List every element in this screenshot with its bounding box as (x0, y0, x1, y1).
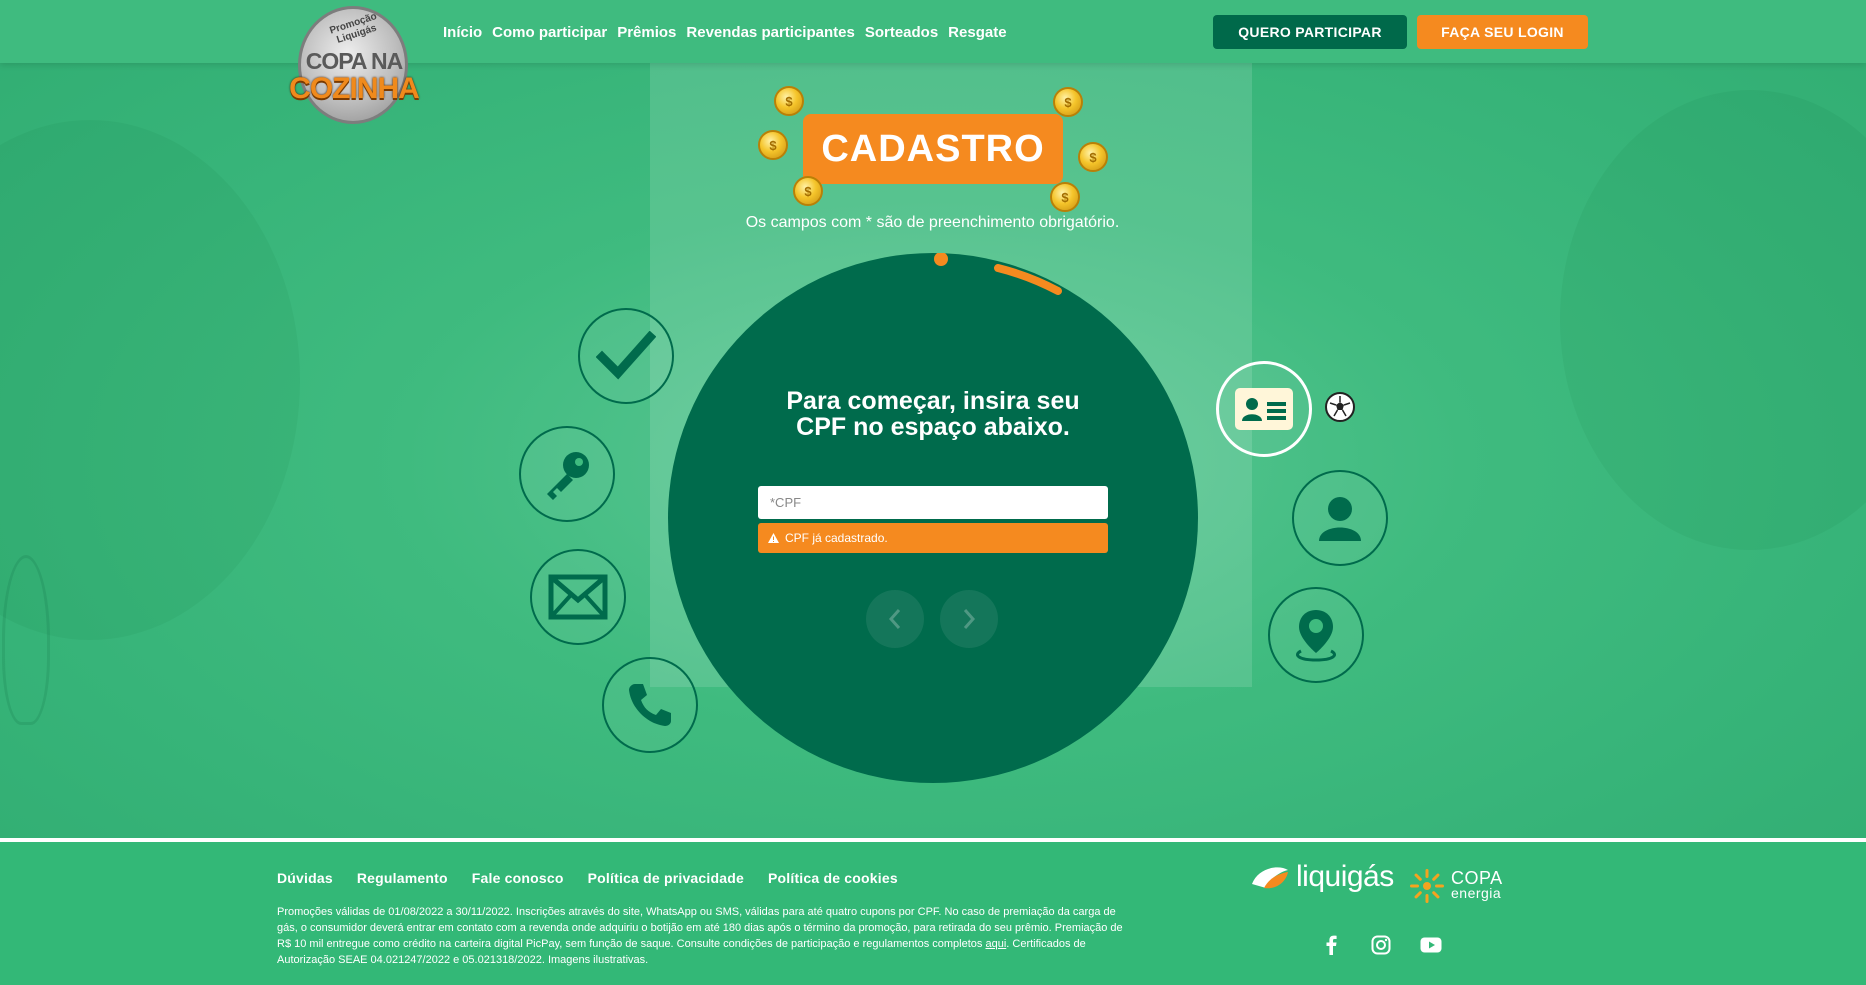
copa-energia-sun-icon (1410, 869, 1444, 903)
instagram-icon (1371, 935, 1391, 955)
social-links (1320, 934, 1442, 956)
background-blob (0, 120, 300, 640)
step-address[interactable] (1268, 587, 1364, 683)
nav-como-participar[interactable]: Como participar (492, 24, 607, 41)
coin-icon: $ (1078, 142, 1108, 172)
checkmark-icon (596, 331, 656, 380)
chevron-right-icon (963, 609, 976, 629)
user-icon (1319, 497, 1361, 541)
quero-participar-button[interactable]: QUERO PARTICIPAR (1213, 15, 1407, 49)
background-blob (1560, 90, 1866, 550)
youtube-link[interactable] (1420, 934, 1442, 956)
step-confirmation[interactable] (578, 308, 674, 404)
coin-icon: $ (793, 176, 823, 206)
id-card-icon (1235, 388, 1293, 430)
required-fields-note: Os campos com * são de preenchimento obr… (745, 214, 1120, 231)
nav-revendas[interactable]: Revendas participantes (686, 24, 854, 41)
step-profile[interactable] (1292, 470, 1388, 566)
nav-resgate[interactable]: Resgate (948, 24, 1006, 41)
copa-energia-line1: COPA (1451, 868, 1503, 888)
facebook-icon (1326, 935, 1337, 955)
error-text: CPF já cadastrado. (785, 531, 888, 545)
envelope-icon (548, 574, 608, 620)
key-icon (547, 452, 589, 500)
legal-text: Promoções válidas de 01/08/2022 a 30/11/… (277, 904, 1137, 968)
youtube-icon (1420, 937, 1442, 953)
legal-link-aqui[interactable]: aqui (985, 938, 1006, 950)
nav-sorteados[interactable]: Sorteados (865, 24, 938, 41)
warning-icon (768, 533, 779, 543)
instagram-link[interactable] (1370, 934, 1392, 956)
chevron-left-icon (888, 609, 901, 629)
liquigas-wordmark: liquigás (1296, 860, 1394, 893)
copa-na-cozinha-logo[interactable]: Promoção Liquigás COPA NA COZINHA (280, 6, 428, 128)
soccer-ball-icon (1325, 392, 1355, 422)
main-nav: Início Como participar Prêmios Revendas … (443, 24, 1007, 41)
nav-premios[interactable]: Prêmios (617, 24, 676, 41)
liquigas-logo: liquigás (1250, 860, 1394, 894)
footer-link-cookies[interactable]: Política de cookies (768, 870, 898, 886)
footer-link-privacidade[interactable]: Política de privacidade (588, 870, 744, 886)
step-email[interactable] (530, 549, 626, 645)
whisk-illustration (2, 555, 50, 725)
next-step-button[interactable] (940, 590, 998, 648)
step-phone[interactable] (602, 657, 698, 753)
copa-energia-line2: energia (1451, 885, 1502, 901)
location-pin-icon (1296, 610, 1336, 662)
step-personal-data[interactable] (1216, 361, 1312, 457)
previous-step-button[interactable] (866, 590, 924, 648)
copa-energia-logo: COPA energia (1408, 867, 1503, 905)
login-button[interactable]: FAÇA SEU LOGIN (1417, 15, 1588, 49)
nav-inicio[interactable]: Início (443, 24, 482, 41)
logo-line1: COPA NA (305, 48, 404, 74)
facebook-link[interactable] (1320, 934, 1342, 956)
error-message: CPF já cadastrado. (758, 523, 1108, 553)
phone-icon (629, 684, 671, 726)
footer: Dúvidas Regulamento Fale conosco Polític… (0, 838, 1866, 985)
page-title: CADASTRO (803, 114, 1063, 184)
step-password[interactable] (519, 426, 615, 522)
copa-energia-wordmark: COPA energia (1451, 868, 1503, 901)
footer-link-regulamento[interactable]: Regulamento (357, 870, 448, 886)
coin-icon: $ (758, 130, 788, 160)
footer-links: Dúvidas Regulamento Fale conosco Polític… (277, 870, 898, 886)
coin-icon: $ (1050, 182, 1080, 212)
liquigas-mark-icon (1252, 867, 1288, 889)
coin-icon: $ (1053, 87, 1083, 117)
cpf-input[interactable] (758, 486, 1108, 519)
logo-line2: COZINHA (289, 72, 420, 105)
footer-link-duvidas[interactable]: Dúvidas (277, 870, 333, 886)
coin-icon: $ (774, 86, 804, 116)
footer-link-fale-conosco[interactable]: Fale conosco (472, 870, 564, 886)
progress-dot (934, 253, 948, 266)
cpf-prompt: Para começar, insira seu CPF no espaço a… (786, 387, 1080, 441)
progress-arc-segment (994, 264, 1062, 295)
